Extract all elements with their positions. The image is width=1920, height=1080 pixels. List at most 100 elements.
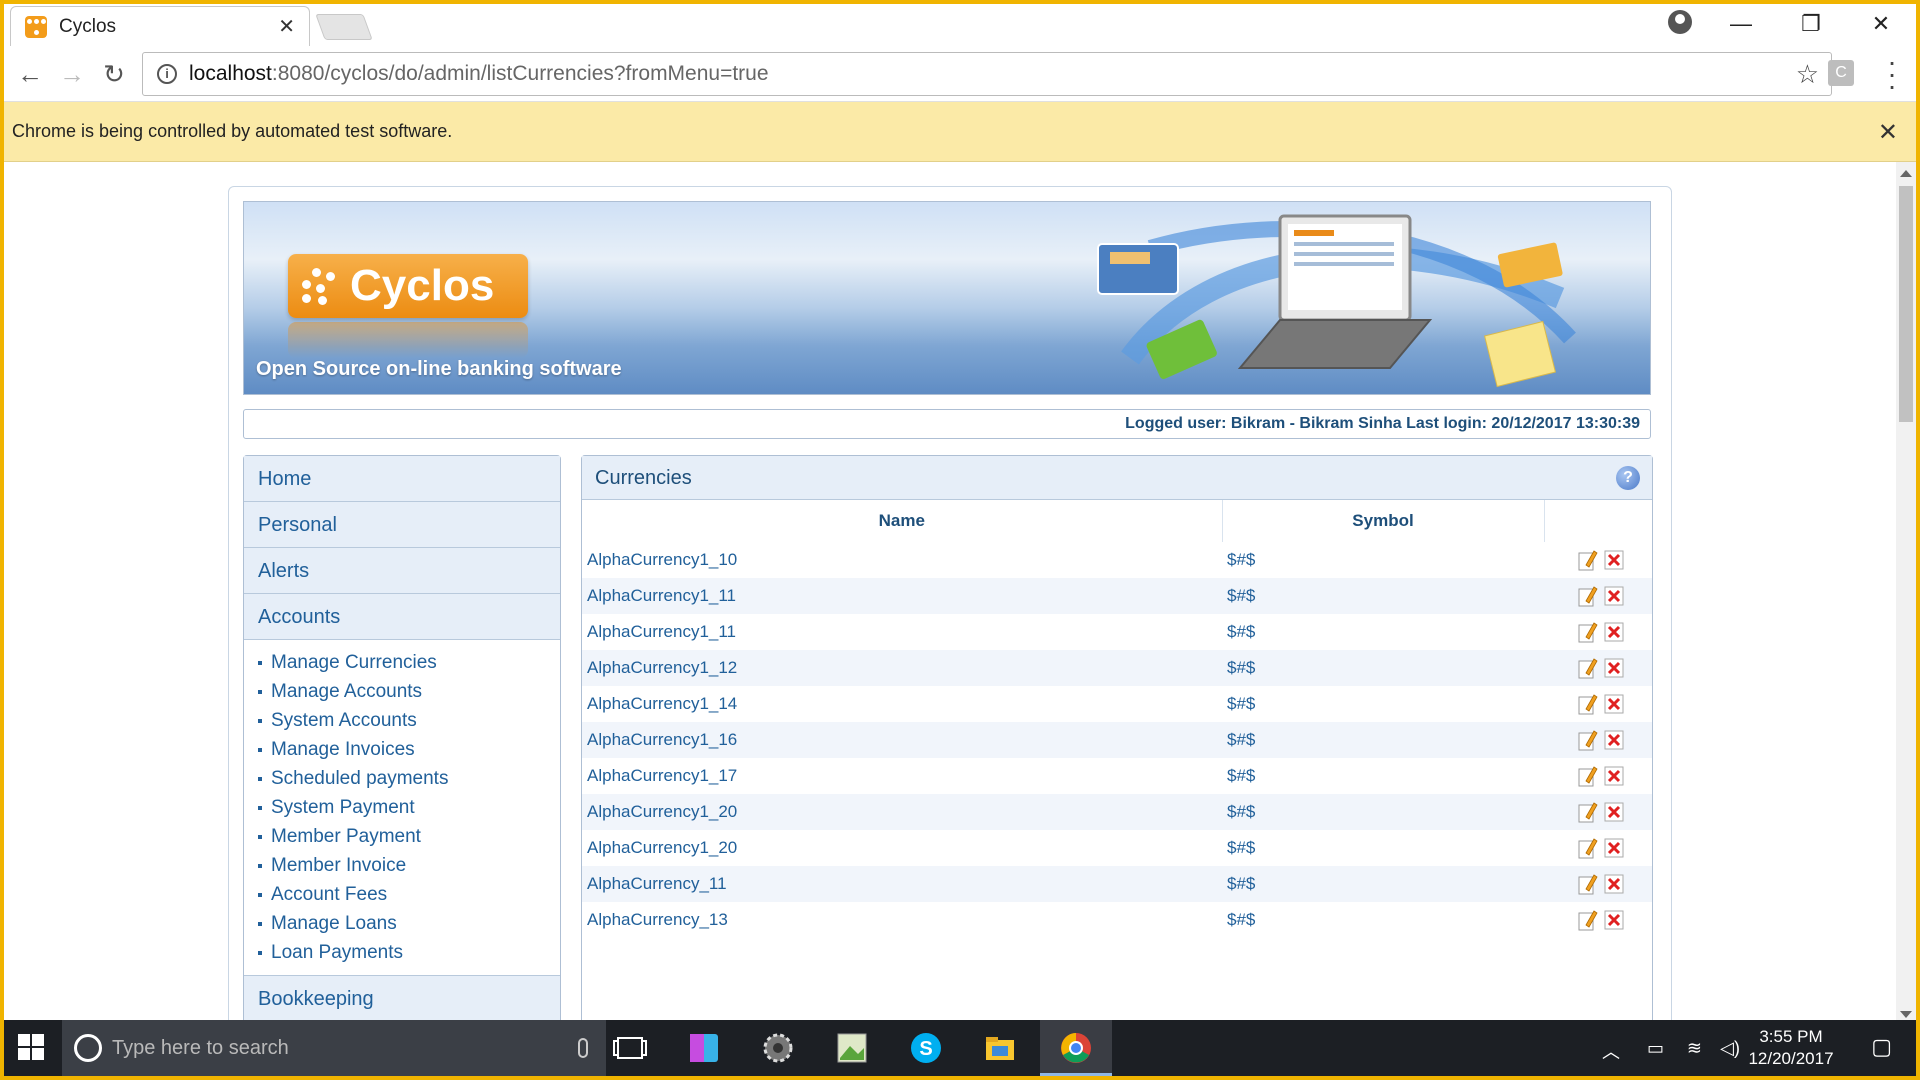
submenu-item-manage-invoices[interactable]: Manage Invoices	[258, 735, 560, 764]
edit-icon[interactable]	[1578, 693, 1598, 715]
address-bar[interactable]: i localhost:8080/cyclos/do/admin/listCur…	[142, 52, 1832, 96]
windows-start-icon[interactable]	[18, 1034, 44, 1060]
menu-alerts[interactable]: Alerts	[244, 548, 560, 594]
delete-icon[interactable]	[1604, 694, 1624, 714]
action-center-icon[interactable]: ▢	[1871, 1034, 1892, 1060]
site-info-icon[interactable]: i	[157, 64, 177, 84]
currency-name-link[interactable]: AlphaCurrency1_12	[582, 650, 1222, 686]
delete-icon[interactable]	[1604, 658, 1624, 678]
tray-chevron-up-icon[interactable]: ︿	[1602, 1038, 1620, 1064]
edit-icon[interactable]	[1578, 657, 1598, 679]
chrome-menu-icon[interactable]: · · ·	[1882, 48, 1902, 100]
clock-time: 3:55 PM	[1759, 1027, 1823, 1046]
wifi-icon[interactable]: ≋	[1687, 1038, 1702, 1059]
submenu-item-manage-accounts[interactable]: Manage Accounts	[258, 677, 560, 706]
help-icon[interactable]: ?	[1616, 466, 1640, 490]
automation-infobar: Chrome is being controlled by automated …	[4, 102, 1916, 162]
app-icon-colorful[interactable]	[684, 1028, 724, 1068]
currency-name-link[interactable]: AlphaCurrency_11	[582, 866, 1222, 902]
currency-name-link[interactable]: AlphaCurrency_13	[582, 902, 1222, 938]
profile-icon[interactable]	[1668, 10, 1692, 34]
table-row: AlphaCurrency_13 $#$	[582, 902, 1652, 938]
table-row: AlphaCurrency_11 $#$	[582, 866, 1652, 902]
submenu-item-system-accounts[interactable]: System Accounts	[258, 706, 560, 735]
row-actions	[1544, 902, 1652, 938]
edit-icon[interactable]	[1578, 873, 1598, 895]
edit-icon[interactable]	[1578, 549, 1598, 571]
currency-name-link[interactable]: AlphaCurrency1_11	[582, 578, 1222, 614]
scroll-up-arrow-icon[interactable]	[1900, 170, 1912, 177]
edit-icon[interactable]	[1578, 585, 1598, 607]
cortana-icon[interactable]	[74, 1034, 102, 1062]
submenu-item-account-fees[interactable]: Account Fees	[258, 880, 560, 909]
url-path: :8080/cyclos/do/admin/listCurrencies?fro…	[271, 62, 769, 85]
cyclos-logo: Cyclos	[288, 254, 528, 318]
delete-icon[interactable]	[1604, 586, 1624, 606]
currency-name-link[interactable]: AlphaCurrency1_11	[582, 614, 1222, 650]
currency-symbol: $#$	[1222, 614, 1544, 650]
menu-bookkeeping[interactable]: Bookkeeping	[244, 975, 560, 1021]
edit-icon[interactable]	[1578, 909, 1598, 931]
settings-gear-icon[interactable]	[758, 1028, 798, 1068]
tab-close-icon[interactable]: ✕	[278, 14, 295, 39]
image-app-icon[interactable]	[832, 1028, 872, 1068]
currency-name-link[interactable]: AlphaCurrency1_20	[582, 794, 1222, 830]
chrome-icon[interactable]	[1056, 1028, 1096, 1068]
submenu-item-member-payment[interactable]: Member Payment	[258, 822, 560, 851]
infobar-close-icon[interactable]: ✕	[1878, 118, 1898, 147]
delete-icon[interactable]	[1604, 910, 1624, 930]
extension-icon[interactable]: C	[1828, 60, 1854, 86]
edit-icon[interactable]	[1578, 837, 1598, 859]
forward-arrow-icon[interactable]: →	[54, 56, 90, 92]
delete-icon[interactable]	[1604, 550, 1624, 570]
currency-symbol: $#$	[1222, 758, 1544, 794]
task-view-icon[interactable]	[610, 1028, 650, 1068]
currency-name-link[interactable]: AlphaCurrency1_16	[582, 722, 1222, 758]
logo-text: Cyclos	[350, 261, 495, 310]
submenu-item-member-invoice[interactable]: Member Invoice	[258, 851, 560, 880]
vertical-scrollbar[interactable]	[1896, 162, 1916, 1024]
submenu-item-system-payment[interactable]: System Payment	[258, 793, 560, 822]
currency-name-link[interactable]: AlphaCurrency1_17	[582, 758, 1222, 794]
delete-icon[interactable]	[1604, 802, 1624, 822]
back-arrow-icon[interactable]: ←	[12, 56, 48, 92]
menu-home[interactable]: Home	[244, 456, 560, 502]
new-tab-button[interactable]	[315, 14, 373, 40]
restore-icon[interactable]: ❐	[1776, 11, 1846, 37]
edit-icon[interactable]	[1578, 621, 1598, 643]
microphone-icon[interactable]	[578, 1038, 588, 1058]
delete-icon[interactable]	[1604, 730, 1624, 750]
minimize-icon[interactable]: —	[1706, 11, 1776, 37]
submenu-item-manage-currencies[interactable]: Manage Currencies	[258, 648, 560, 677]
close-window-icon[interactable]: ✕	[1846, 11, 1916, 37]
currency-name-link[interactable]: AlphaCurrency1_14	[582, 686, 1222, 722]
scroll-down-arrow-icon[interactable]	[1900, 1011, 1912, 1018]
submenu-item-loan-payments[interactable]: Loan Payments	[258, 938, 560, 967]
submenu-item-scheduled-payments[interactable]: Scheduled payments	[258, 764, 560, 793]
column-header-symbol: Symbol	[1222, 500, 1545, 542]
file-explorer-icon[interactable]	[980, 1028, 1020, 1068]
currencies-panel: Currencies ? Name Symbol AlphaCurrency1_…	[581, 455, 1653, 1024]
delete-icon[interactable]	[1604, 874, 1624, 894]
currency-symbol: $#$	[1222, 830, 1544, 866]
browser-tab[interactable]: Cyclos ✕	[10, 6, 310, 46]
scrollbar-thumb[interactable]	[1899, 186, 1913, 422]
table-header-row: Name Symbol	[582, 500, 1652, 542]
currency-name-link[interactable]: AlphaCurrency1_10	[582, 542, 1222, 578]
taskbar-clock[interactable]: 3:55 PM 12/20/2017	[1736, 1026, 1846, 1070]
menu-personal[interactable]: Personal	[244, 502, 560, 548]
edit-icon[interactable]	[1578, 765, 1598, 787]
edit-icon[interactable]	[1578, 801, 1598, 823]
submenu-item-manage-loans[interactable]: Manage Loans	[258, 909, 560, 938]
reload-icon[interactable]: ↻	[96, 56, 132, 92]
skype-icon[interactable]: S	[906, 1028, 946, 1068]
edit-icon[interactable]	[1578, 729, 1598, 751]
delete-icon[interactable]	[1604, 838, 1624, 858]
menu-accounts[interactable]: Accounts	[244, 594, 560, 640]
bookmark-star-icon[interactable]: ☆	[1796, 59, 1819, 90]
battery-icon[interactable]: ▭	[1647, 1038, 1664, 1059]
taskbar-search-box[interactable]: Type here to search	[62, 1020, 606, 1076]
currency-name-link[interactable]: AlphaCurrency1_20	[582, 830, 1222, 866]
delete-icon[interactable]	[1604, 766, 1624, 786]
delete-icon[interactable]	[1604, 622, 1624, 642]
